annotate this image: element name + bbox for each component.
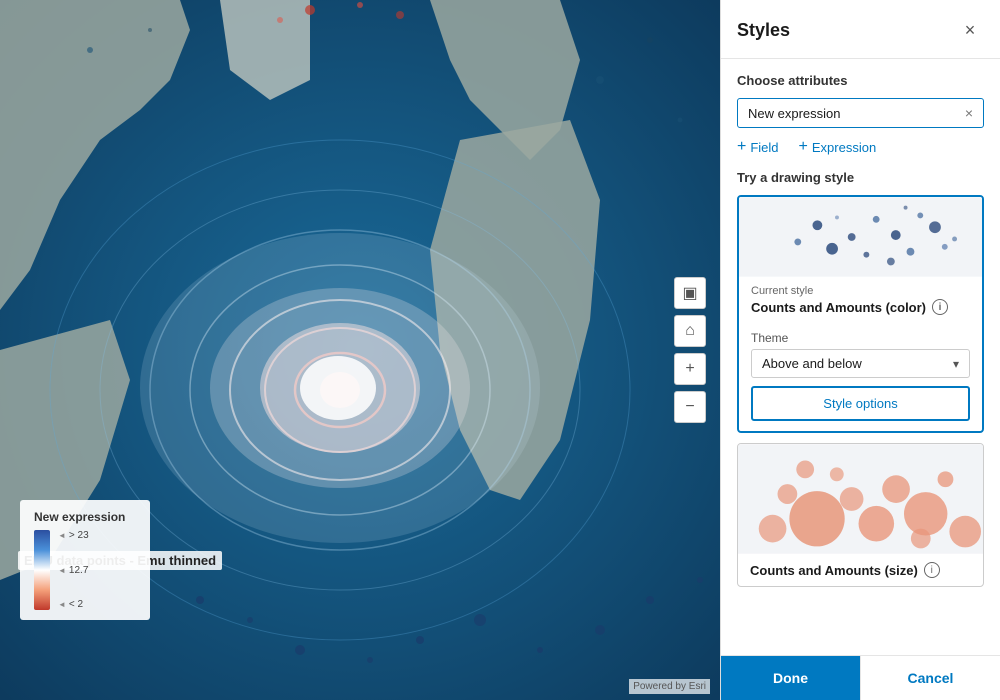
expression-tag-text: New expression	[748, 106, 841, 121]
drawing-style-section: Try a drawing style	[721, 170, 1000, 655]
legend-label-mid: 12.7	[58, 565, 89, 576]
zoom-in-button[interactable]: +	[674, 353, 706, 385]
style-card-color-body: Current style Counts and Amounts (color)…	[739, 277, 982, 323]
expression-tag: New expression ×	[737, 98, 984, 128]
add-field-label: Field	[750, 140, 778, 155]
theme-section: Theme Above and below ▾ Style options	[739, 323, 982, 431]
panel-title: Styles	[737, 20, 790, 41]
add-expression-button[interactable]: + Expression	[799, 138, 877, 156]
zoom-out-button[interactable]: −	[674, 391, 706, 423]
style-card-size-preview	[738, 444, 983, 554]
style2-info-icon[interactable]: i	[924, 562, 940, 578]
style-card-color-preview	[739, 197, 982, 277]
legend-bar	[34, 530, 50, 610]
panel-footer: Done Cancel	[721, 655, 1000, 700]
add-buttons-row: + Field + Expression	[737, 138, 984, 156]
home-button[interactable]: ⌂	[674, 315, 706, 347]
esri-credit: Powered by Esri	[629, 679, 710, 694]
style-card-color[interactable]: Current style Counts and Amounts (color)…	[737, 195, 984, 433]
legend-title: New expression	[34, 510, 136, 524]
panel-header: Styles ×	[721, 0, 1000, 59]
add-expression-label: Expression	[812, 140, 876, 155]
style-card-size[interactable]: Counts and Amounts (size) i	[737, 443, 984, 587]
close-panel-button[interactable]: ×	[956, 16, 984, 44]
style-card-size-body: Counts and Amounts (size) i	[738, 554, 983, 586]
current-style-label: Current style	[751, 285, 970, 297]
cancel-button[interactable]: Cancel	[860, 656, 1000, 700]
style-options-button[interactable]: Style options	[751, 386, 970, 421]
drawing-style-heading: Try a drawing style	[737, 170, 984, 185]
layers-button[interactable]: ▣	[674, 277, 706, 309]
legend-label-top: > 23	[58, 530, 89, 541]
styles-panel: Styles × Choose attributes New expressio…	[720, 0, 1000, 700]
expression-tag-close-button[interactable]: ×	[965, 105, 973, 121]
choose-attributes-heading: Choose attributes	[737, 73, 984, 88]
map-controls: ▣ ⌂ + −	[674, 277, 706, 423]
theme-label: Theme	[751, 331, 970, 345]
choose-attributes-section: Choose attributes New expression × + Fie…	[721, 59, 1000, 170]
done-button[interactable]: Done	[721, 656, 860, 700]
theme-dropdown-value: Above and below	[762, 356, 862, 371]
chevron-down-icon: ▾	[953, 357, 959, 371]
theme-dropdown[interactable]: Above and below ▾	[751, 349, 970, 378]
add-field-button[interactable]: + Field	[737, 138, 779, 156]
legend: New expression > 23 12.7 < 2	[20, 500, 150, 620]
add-expression-icon: +	[799, 138, 808, 156]
legend-labels: > 23 12.7 < 2	[58, 530, 89, 610]
style1-name: Counts and Amounts (color) i	[751, 299, 970, 315]
map-area[interactable]: EMU data points - Emu thinned New expres…	[0, 0, 720, 700]
add-field-icon: +	[737, 138, 746, 156]
style2-name: Counts and Amounts (size)	[750, 563, 918, 578]
style1-info-icon[interactable]: i	[932, 299, 948, 315]
legend-label-bot: < 2	[58, 599, 89, 610]
